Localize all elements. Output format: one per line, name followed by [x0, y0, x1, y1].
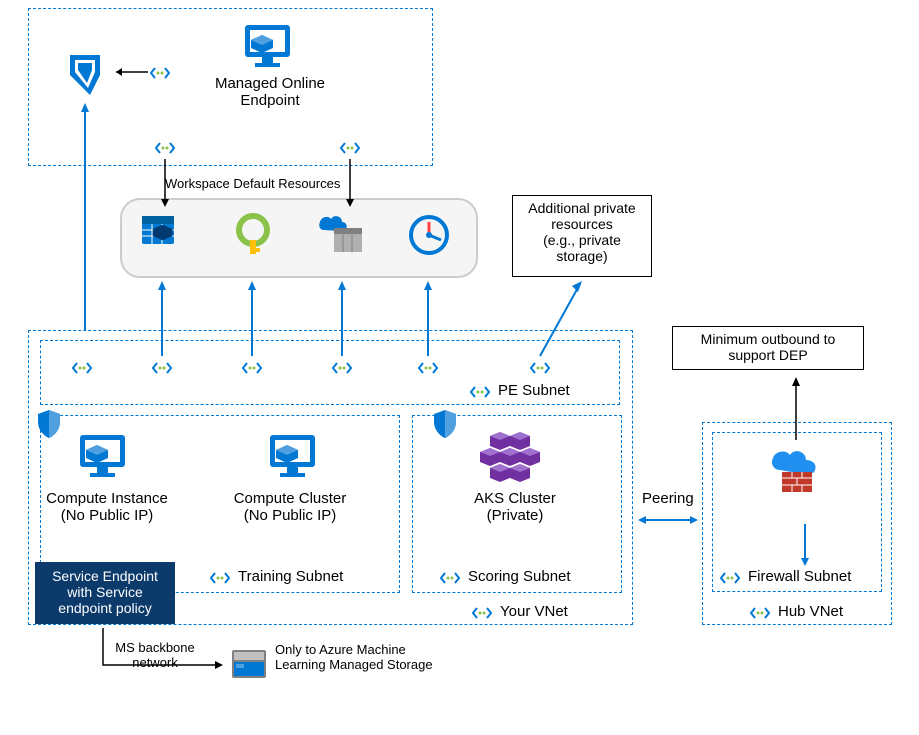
pe-icon: [470, 384, 490, 400]
pe-icon: [720, 570, 740, 586]
arrow: [332, 278, 352, 360]
minimum-outbound-box: Minimum outbound to support DEP: [672, 326, 864, 370]
azure-ml-icon: [60, 50, 110, 100]
managed-storage-icon: [230, 648, 268, 680]
ms-backbone-label: MS backbone network: [105, 640, 205, 670]
pe-icon: [440, 570, 460, 586]
compute-cluster-label: Compute Cluster (No Public IP): [225, 490, 355, 524]
arrow: [155, 155, 175, 210]
firewall-subnet-label: Firewall Subnet: [748, 568, 851, 585]
arrow-ml-down: [75, 100, 95, 340]
compute-instance-vm-icon: [75, 430, 130, 480]
hub-vnet-label: Hub VNet: [778, 603, 843, 620]
pe-icon: [155, 140, 175, 156]
arrow: [152, 278, 172, 360]
additional-resources-box: Additional private resources (e.g., priv…: [512, 195, 652, 277]
firewall-icon: [768, 448, 826, 500]
your-vnet-label: Your VNet: [500, 603, 568, 620]
arrow: [340, 155, 360, 210]
peering-arrow: [634, 510, 702, 530]
pe-icon: [530, 360, 550, 376]
compute-instance-label: Compute Instance (No Public IP): [42, 490, 172, 524]
managed-storage-label: Only to Azure Machine Learning Managed S…: [275, 642, 455, 672]
arrow: [418, 278, 438, 360]
pe-icon: [418, 360, 438, 376]
storage-icon: [140, 212, 186, 258]
pe-subnet-label: PE Subnet: [498, 382, 570, 399]
shield-icon: [36, 408, 62, 438]
service-endpoint-box: Service Endpoint with Service endpoint p…: [35, 562, 175, 624]
scoring-subnet-label: Scoring Subnet: [468, 568, 571, 585]
workspace-resources-title: Workspace Default Resources: [165, 176, 340, 191]
arrow: [242, 278, 262, 360]
pe-icon: [210, 570, 230, 586]
managed-endpoint-vm-icon: [240, 20, 295, 70]
app-insights-icon: [406, 212, 452, 258]
arrow-left: [110, 62, 150, 82]
pe-icon: [152, 360, 172, 376]
shield-icon: [432, 408, 458, 438]
arrow: [530, 278, 590, 360]
pe-icon: [340, 140, 360, 156]
pe-icon: [750, 605, 770, 621]
compute-cluster-vm-icon: [265, 430, 320, 480]
container-registry-icon: [316, 212, 366, 258]
aks-cluster-label: AKS Cluster (Private): [460, 490, 570, 524]
pe-icon: [150, 65, 170, 81]
pe-icon: [332, 360, 352, 376]
peering-label: Peering: [642, 490, 694, 507]
pe-icon: [242, 360, 262, 376]
aks-cluster-icon: [480, 428, 540, 482]
pe-icon: [472, 605, 492, 621]
pe-icon: [72, 360, 92, 376]
managed-endpoint-label: Managed Online Endpoint: [200, 75, 340, 109]
arrow: [786, 374, 806, 444]
arrow: [795, 518, 815, 568]
training-subnet-label: Training Subnet: [238, 568, 343, 585]
keyvault-icon: [230, 212, 276, 258]
